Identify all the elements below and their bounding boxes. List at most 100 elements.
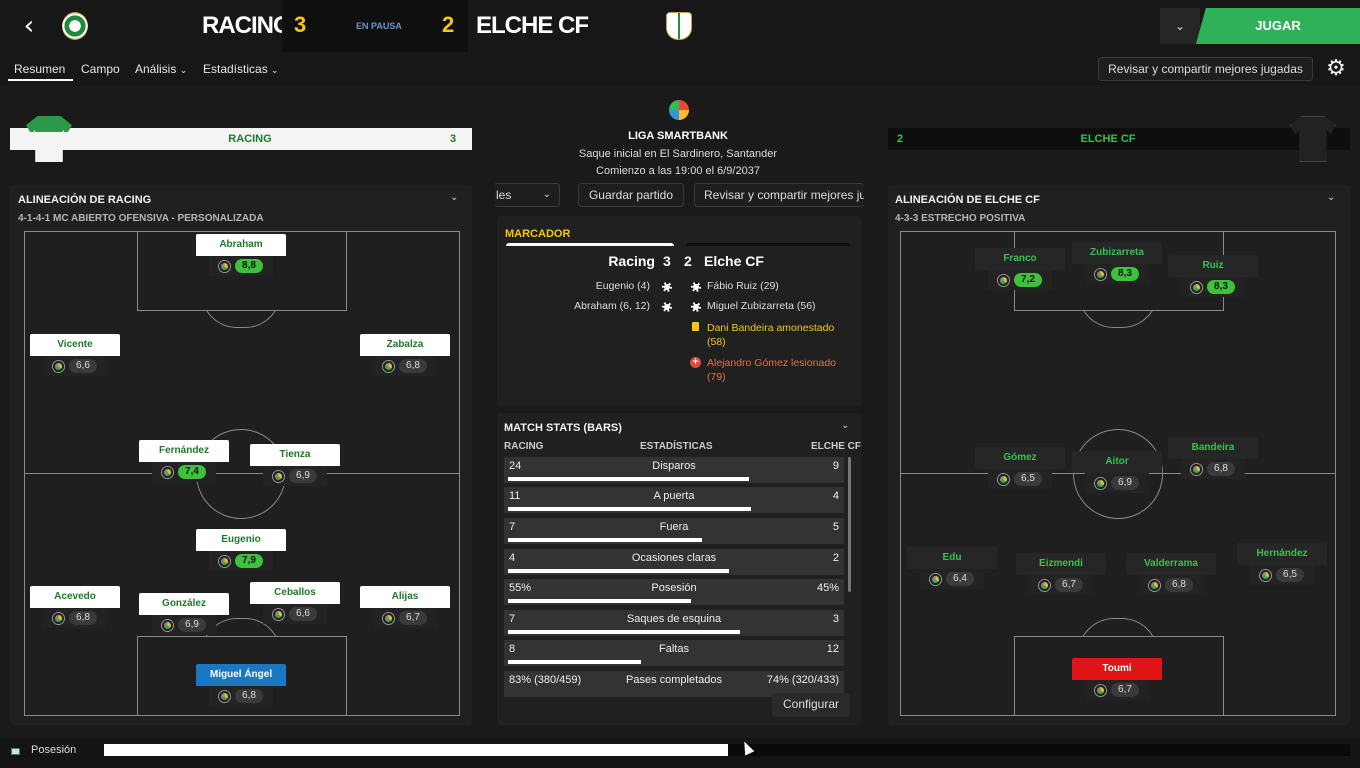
rating-badge: 8,3 [1111,267,1139,281]
racing-crest-icon [62,12,88,40]
player-card[interactable]: Franco 7,2 [975,248,1065,290]
kickoff-text: Comienzo a las 19:00 el 6/9/2037 [596,165,760,177]
chevron-down-icon[interactable]: ⌄ [450,192,458,203]
player-name: Ruiz [1168,255,1258,277]
away-formation: 4-3-3 ESTRECHO POSITIVA [895,213,1026,224]
stat-label: Posesión [651,582,697,594]
player-card[interactable]: Ceballos 6,6 [250,582,340,624]
condition-icon [1039,579,1051,591]
away-banner-name: ELCHE CF [1080,133,1136,145]
play-button[interactable]: JUGAR [1196,8,1360,44]
configure-button[interactable]: Configurar [772,693,850,717]
player-rating: 6,5 [1250,565,1314,585]
yellow-card-minute: (58) [707,336,726,348]
tab-resumen[interactable]: Resumen [8,62,74,81]
player-card[interactable]: Edu 6,4 [907,547,997,589]
stat-bar [508,477,750,481]
player-rating: 6,9 [1085,473,1149,493]
stat-label: Fuera [659,521,689,533]
player-card[interactable]: Ruiz 8,3 [1168,255,1258,297]
stat-away-value: 12 [826,643,839,655]
player-card[interactable]: Alijas 6,7 [360,586,450,628]
review-highlights-button[interactable]: Revisar y compartir mejores jugadas [1098,57,1313,81]
stat-bar [508,630,741,634]
player-card[interactable]: Valderrama 6,8 [1126,553,1216,595]
stat-row: 4 Ocasiones claras 2 [504,549,844,575]
tab-estadisticas[interactable]: Estadísticas ⌄ [203,62,279,76]
tab-campo[interactable]: Campo [81,62,120,76]
stat-bar [508,569,730,573]
player-name: González [139,593,229,615]
stat-label: Disparos [652,460,696,472]
play-options-dropdown[interactable]: ⌄ [1160,8,1200,44]
player-card[interactable]: Miguel Ángel 6,8 [196,664,286,706]
chevron-down-icon[interactable]: ⌄ [1327,192,1335,203]
player-card[interactable]: Zabalza 6,8 [360,334,450,376]
player-card[interactable]: Vicente 6,6 [30,334,120,376]
player-card[interactable]: Toumi 6,7 [1072,658,1162,700]
rating-badge: 7,4 [178,465,206,479]
condition-icon [1191,463,1203,475]
stat-label: A puerta [653,490,695,502]
rating-badge: 6,9 [1111,476,1139,490]
condition-icon [273,470,285,482]
injury-icon: + [690,357,701,368]
player-card[interactable]: Eizmendi 6,7 [1016,553,1106,595]
condition-icon [1149,579,1161,591]
player-card[interactable]: Eugenio 7,9 [196,529,286,571]
save-match-button[interactable]: Guardar partido [578,183,684,207]
condition-icon [53,360,65,372]
player-rating: 7,9 [209,551,273,571]
stat-row: 24 Disparos 9 [504,457,844,483]
player-card[interactable]: Acevedo 6,8 [30,586,120,628]
stat-label: Ocasiones claras [631,552,717,564]
player-card[interactable]: González 6,9 [139,593,229,635]
rating-badge: 6,6 [69,359,97,373]
rating-badge: 6,4 [946,572,974,586]
player-card[interactable]: Hernández 6,5 [1237,543,1327,585]
chevron-down-icon[interactable]: ⌄ [841,420,849,431]
back-arrow-icon[interactable]: ‹ [14,12,44,42]
player-rating: 7,4 [152,462,216,482]
away-goal-event: Fábio Ruiz (29) [707,280,779,292]
lineup-toggle-button[interactable]: les ⌄ [494,183,560,207]
player-card[interactable]: Abraham 8,8 [196,234,286,276]
home-score: 3 [294,12,307,37]
home-formation: 4-1-4-1 MC ABIERTO OFENSIVA - PERSONALIZ… [18,213,264,224]
rating-badge: 6,7 [399,611,427,625]
goal-ball-icon [662,302,672,312]
review-highlights-button-2[interactable]: Revisar y compartir mejores ju [694,183,864,207]
player-name: Toumi [1072,658,1162,680]
stat-label: Faltas [659,643,689,655]
injury-event: Alejandro Gómez lesionado (79) [707,356,836,384]
player-card[interactable]: Fernández 7,4 [139,440,229,482]
player-card[interactable]: Zubizarreta 8,3 [1072,242,1162,284]
condition-icon [53,612,65,624]
stats-scrollbar[interactable] [848,457,851,592]
player-card[interactable]: Bandeira 6,8 [1168,437,1258,479]
stat-away-value: 5 [832,521,839,533]
yellow-card-text: Dani Bandeira amonestado [707,322,835,334]
stat-bar [508,599,691,603]
condition-icon [1095,477,1107,489]
player-card[interactable]: Tienza 6,9 [250,444,340,486]
rating-badge: 6,8 [1207,462,1235,476]
rating-badge: 6,8 [235,689,263,703]
scoreboard-title: MARCADOR [505,228,571,240]
player-card[interactable]: Aitor 6,9 [1072,451,1162,493]
player-name: Fernández [139,440,229,462]
player-rating: 6,7 [1029,575,1093,595]
player-rating: 6,8 [1181,459,1245,479]
injury-text: Alejandro Gómez lesionado [707,357,836,369]
gear-icon[interactable]: ⚙ [1322,55,1350,83]
match-status: EN PAUSA [356,21,402,31]
home-banner-name: RACING [228,133,272,145]
player-card[interactable]: Gómez 6,5 [975,447,1065,489]
lineup-toggle-label: les [496,188,512,202]
player-name: Miguel Ángel [196,664,286,686]
player-name: Alijas [360,586,450,608]
tab-analisis[interactable]: Análisis ⌄ [135,62,187,76]
stats-col-mid: ESTADÍSTICAS [640,441,713,452]
player-rating: 6,5 [988,469,1052,489]
player-name: Franco [975,248,1065,270]
